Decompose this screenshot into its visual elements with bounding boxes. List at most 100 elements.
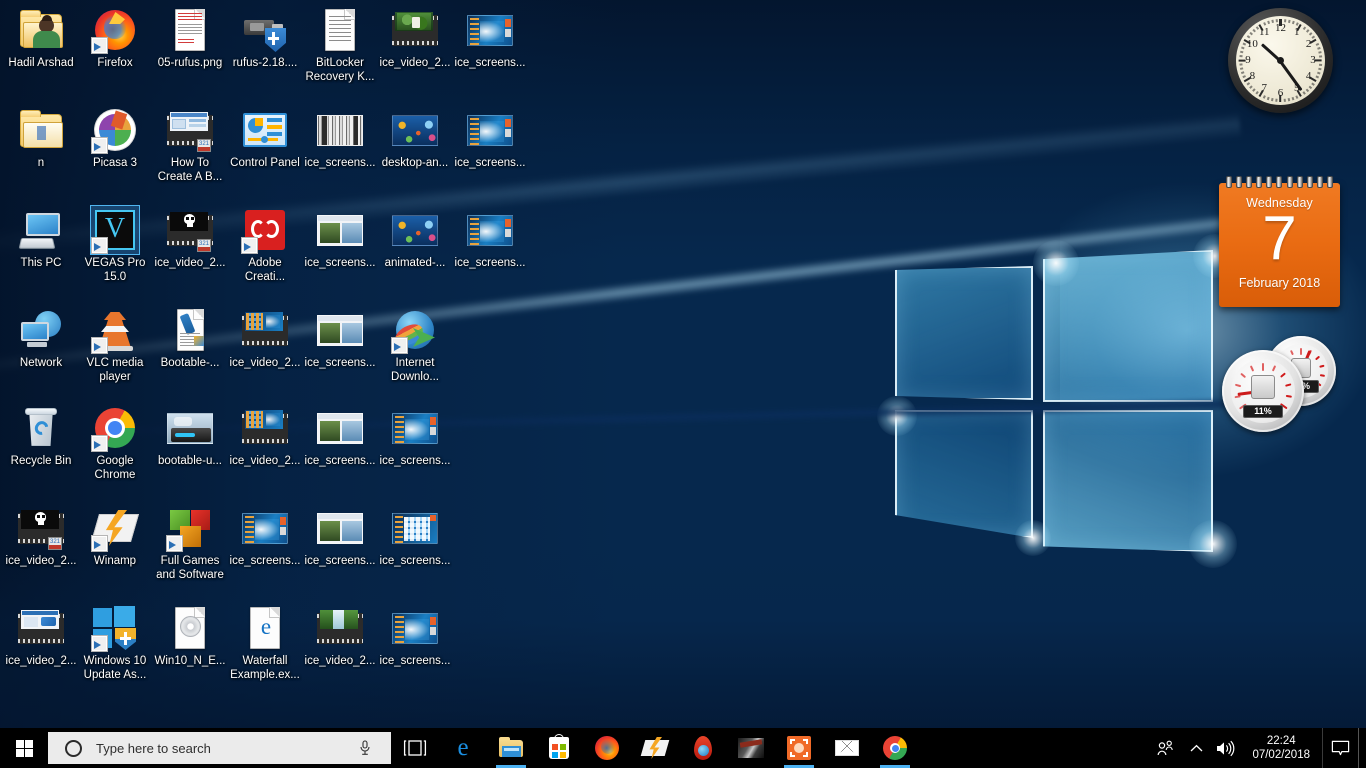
taskbar[interactable]: Type here to search e 22:24 07/02/2018 bbox=[0, 728, 1366, 768]
desktop-icon[interactable]: ice_screens... bbox=[453, 6, 527, 71]
clock-tick bbox=[1308, 32, 1312, 36]
show-desktop-button[interactable] bbox=[1358, 728, 1366, 768]
desktop-icon-label: ice_video_2... bbox=[304, 655, 376, 667]
system-tray[interactable]: 22:24 07/02/2018 bbox=[1148, 728, 1366, 768]
usb-doc-icon bbox=[166, 306, 214, 354]
desktop-icon[interactable]: ice_screens... bbox=[303, 206, 377, 271]
desktop-icon[interactable]: BitLocker Recovery K... bbox=[303, 6, 377, 84]
desktop-icon[interactable]: ice_video_2... bbox=[228, 404, 302, 469]
taskbar-app-list[interactable]: e bbox=[439, 728, 919, 768]
taskbar-button-orange-app[interactable] bbox=[775, 728, 823, 768]
desktop-icon[interactable]: Full Games and Software bbox=[153, 504, 227, 582]
logo-quad-bottom-right bbox=[1043, 410, 1213, 552]
desktop-icon[interactable]: V VEGAS Pro 15.0 bbox=[78, 205, 152, 284]
clock-hour-number: 7 bbox=[1261, 82, 1268, 95]
chevron-up-icon bbox=[1190, 744, 1203, 751]
desktop-icon-label: ice_screens... bbox=[454, 257, 526, 269]
desktop-icon[interactable]: rufus-2.18.... bbox=[228, 6, 302, 71]
desktop-icon[interactable]: ice_screens... bbox=[378, 604, 452, 669]
desktop-icon[interactable]: ice_screens... bbox=[453, 106, 527, 171]
desktop-icon-art bbox=[241, 6, 289, 54]
desktop-icon[interactable]: Bootable-... bbox=[153, 306, 227, 371]
taskbar-button-microsoft-edge[interactable]: e bbox=[439, 728, 487, 768]
logo-sparkle-bottom bbox=[1015, 520, 1051, 556]
action-center-button[interactable] bbox=[1322, 728, 1358, 768]
start-button[interactable] bbox=[0, 728, 48, 768]
show-hidden-icons-button[interactable] bbox=[1182, 728, 1210, 768]
taskbar-button-file-explorer[interactable] bbox=[487, 728, 535, 768]
desktop-surface[interactable]: Hadil Arshad Firefox 05-rufus.png rufus-… bbox=[0, 0, 1366, 728]
taskbar-button-dark-thumbnail-app[interactable] bbox=[727, 728, 775, 768]
taskbar-button-microsoft-store[interactable] bbox=[535, 728, 583, 768]
desktop-icon-art bbox=[91, 6, 139, 54]
desktop-icon[interactable]: n bbox=[4, 106, 78, 171]
desktop-icon[interactable]: Firefox bbox=[78, 6, 152, 71]
taskbar-button-google-chrome[interactable] bbox=[871, 728, 919, 768]
desktop-icon[interactable]: e Waterfall Example.ex... bbox=[228, 604, 302, 682]
desktop-icon[interactable]: This PC bbox=[4, 206, 78, 271]
calendar-gadget[interactable]: Wednesday 7 February 2018 bbox=[1219, 176, 1340, 314]
desktop-icon[interactable]: animated-... bbox=[378, 206, 452, 271]
desktop-icon[interactable]: desktop-an... bbox=[378, 106, 452, 171]
desktop-icon-art: V bbox=[90, 205, 140, 255]
people-button[interactable] bbox=[1148, 728, 1182, 768]
task-view-icon bbox=[403, 740, 427, 756]
clock-hour-number: 1 bbox=[1294, 25, 1300, 38]
desktop-icon[interactable]: Internet Downlo... bbox=[378, 306, 452, 384]
desktop-icon-label: How To Create A B... bbox=[157, 157, 223, 183]
desktop-icon[interactable]: ice_video_2... bbox=[228, 306, 302, 371]
shortcut-arrow-icon bbox=[391, 306, 439, 354]
desktop-icon[interactable]: ice_video_2... bbox=[378, 6, 452, 71]
desktop-icon[interactable]: ice_video_2... bbox=[303, 604, 377, 669]
desktop-icon[interactable]: 321 How To Create A B... bbox=[153, 106, 227, 184]
desktop-icon[interactable]: Picasa 3 bbox=[78, 106, 152, 171]
cpu-meter-gadget[interactable]: 59% 11% bbox=[1222, 336, 1336, 432]
desktop-icon[interactable]: Control Panel bbox=[228, 106, 302, 171]
clock-gadget[interactable]: 12 1 2 3 4 5 6 7 8 9 10 11 bbox=[1228, 8, 1333, 113]
desktop-icon[interactable]: 05-rufus.png bbox=[153, 6, 227, 71]
desktop-icon[interactable]: ice_screens... bbox=[378, 404, 452, 469]
desktop-icon[interactable]: ice_screens... bbox=[303, 306, 377, 371]
logo-quad-bottom-left bbox=[895, 410, 1033, 538]
task-view-button[interactable] bbox=[391, 728, 439, 768]
taskbar-button-mozilla-firefox[interactable] bbox=[583, 728, 631, 768]
desktop-icon[interactable]: ice_video_2... bbox=[4, 604, 78, 669]
windows-logo-icon bbox=[15, 739, 33, 757]
desktop-icon-art bbox=[316, 106, 364, 154]
desktop-icon[interactable]: Windows 10 Update As... bbox=[78, 604, 152, 682]
logo-sparkle-top bbox=[1033, 240, 1079, 286]
desktop-icon[interactable]: Hadil Arshad bbox=[4, 6, 78, 71]
desktop-icon[interactable]: ice_screens... bbox=[228, 504, 302, 569]
shot-grey-icon bbox=[316, 106, 364, 154]
desktop-icon[interactable]: ice_screens... bbox=[378, 504, 452, 569]
desktop-icon-label: ice_video_2... bbox=[5, 655, 77, 667]
desktop-icon[interactable]: 321 ice_video_2... bbox=[153, 206, 227, 271]
clock-tick bbox=[1316, 71, 1321, 75]
desktop-icon[interactable]: Google Chrome bbox=[78, 404, 152, 482]
desktop-icon[interactable]: bootable-u... bbox=[153, 404, 227, 469]
desktop-icon[interactable]: ice_screens... bbox=[303, 504, 377, 569]
desktop-icon[interactable]: ice_screens... bbox=[303, 404, 377, 469]
desktop-icon[interactable]: VLC media player bbox=[78, 306, 152, 384]
taskbar-button-mail[interactable] bbox=[823, 728, 871, 768]
desktop-icon[interactable]: Win10_N_E... bbox=[153, 604, 227, 669]
desktop-icon[interactable]: ice_screens... bbox=[453, 206, 527, 271]
shortcut-arrow-icon bbox=[91, 6, 139, 54]
desktop-icon[interactable]: Winamp bbox=[78, 504, 152, 569]
microphone-icon[interactable] bbox=[359, 740, 371, 756]
desktop-icon-art bbox=[466, 6, 514, 54]
desktop-icon[interactable]: ice_screens... bbox=[303, 106, 377, 171]
clock-button[interactable]: 22:24 07/02/2018 bbox=[1240, 728, 1322, 768]
folder-open-icon bbox=[17, 106, 65, 154]
desktop-icon[interactable]: Adobe Creati... bbox=[228, 206, 302, 284]
taskbar-button-internet-download-manager[interactable] bbox=[679, 728, 727, 768]
desktop-icon[interactable]: 321 ice_video_2... bbox=[4, 504, 78, 569]
gauge-tick bbox=[1289, 349, 1295, 356]
search-input[interactable]: Type here to search bbox=[48, 732, 391, 764]
desktop-icon-art bbox=[166, 404, 214, 452]
desktop-icon[interactable]: Network bbox=[4, 306, 78, 371]
volume-button[interactable] bbox=[1210, 728, 1240, 768]
tray-time: 22:24 bbox=[1266, 735, 1296, 747]
taskbar-button-winamp[interactable] bbox=[631, 728, 679, 768]
desktop-icon[interactable]: Recycle Bin bbox=[4, 404, 78, 469]
